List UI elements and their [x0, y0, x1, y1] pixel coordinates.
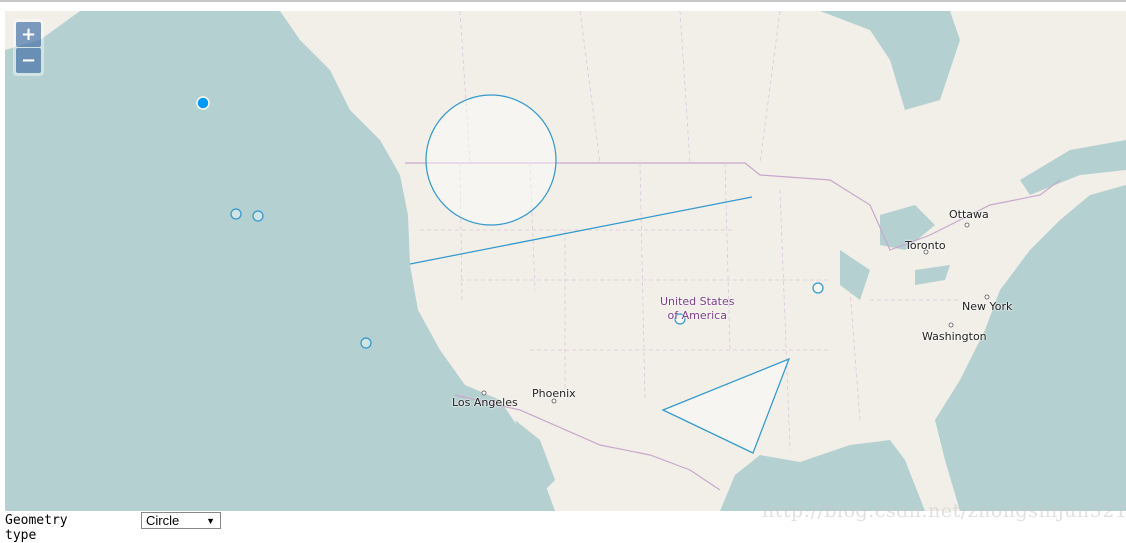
point-selected[interactable]	[196, 96, 210, 110]
drawn-circle[interactable]	[425, 94, 557, 226]
top-divider	[0, 0, 1126, 2]
label-los-angeles: Los Angeles	[452, 396, 518, 409]
watermark: http://blog.csdn.net/zhongshijun521	[762, 500, 1126, 522]
label-toronto: Toronto	[905, 239, 946, 252]
geometry-type-select[interactable]: Circle ▼	[141, 512, 221, 529]
zoom-control: + −	[13, 19, 44, 76]
label-usa-line2: of America	[667, 309, 727, 322]
label-new-york: New York	[962, 300, 1013, 313]
dropdown-arrow-icon: ▼	[206, 516, 215, 526]
label-ottawa: Ottawa	[949, 208, 989, 221]
vector-layer	[196, 94, 990, 454]
drawn-point[interactable]	[812, 282, 824, 294]
label-usa-line1: United States	[660, 295, 735, 308]
drawn-point[interactable]	[360, 337, 372, 349]
geometry-type-label: Geometry type	[5, 513, 68, 543]
drawn-triangle[interactable]	[661, 357, 791, 454]
drawn-point[interactable]	[230, 208, 242, 220]
map-viewport[interactable]: Ottawa Toronto New York Washington Unite…	[5, 11, 1126, 511]
label-washington: Washington	[922, 330, 987, 343]
zoom-in-button[interactable]: +	[16, 22, 41, 47]
zoom-out-button[interactable]: −	[16, 48, 41, 73]
geometry-type-value: Circle	[146, 513, 180, 528]
drawn-point[interactable]	[252, 210, 264, 222]
label-phoenix: Phoenix	[532, 387, 576, 400]
label-usa: United States of America	[660, 295, 735, 323]
